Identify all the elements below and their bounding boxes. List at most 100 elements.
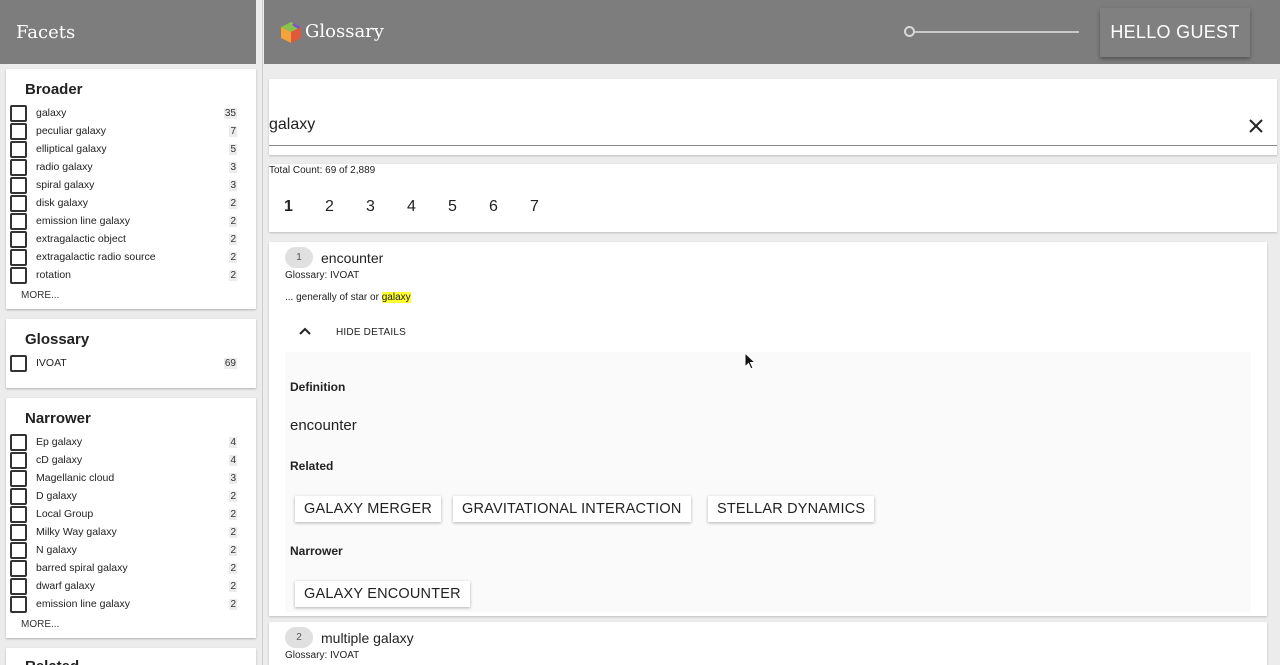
checkbox-icon[interactable] xyxy=(10,354,27,372)
facet-count: 2 xyxy=(229,526,237,538)
facet-title: Broader xyxy=(25,81,83,98)
facet-item[interactable]: emission line galaxy 2 xyxy=(6,595,256,613)
related-chip[interactable]: GALAXY MERGER xyxy=(295,496,442,522)
narrower-chip[interactable]: GALAXY ENCOUNTER xyxy=(295,581,470,607)
checkbox-icon[interactable] xyxy=(10,523,27,541)
user-button[interactable]: HELLO GUEST xyxy=(1100,8,1250,57)
facet-count: 2 xyxy=(229,580,237,592)
facet-count: 69 xyxy=(223,357,237,369)
result-glossary: Glossary: IVOAT xyxy=(285,650,360,661)
facet-label: Milky Way galaxy xyxy=(36,526,117,538)
checkbox-icon[interactable] xyxy=(10,266,27,284)
page-7[interactable]: 7 xyxy=(525,198,566,216)
page-5[interactable]: 5 xyxy=(443,198,484,216)
slider-thumb[interactable] xyxy=(904,26,915,37)
logo-cube-icon xyxy=(281,22,301,43)
checkbox-icon[interactable] xyxy=(10,487,27,505)
page-4[interactable]: 4 xyxy=(402,198,443,216)
facet-label: disk galaxy xyxy=(36,197,88,209)
facets-sidebar: Facets Broader galaxy 35 peculiar galaxy 7… xyxy=(0,0,263,665)
facet-label: extragalactic object xyxy=(36,233,126,245)
checkbox-icon[interactable] xyxy=(10,559,27,577)
page-2[interactable]: 2 xyxy=(320,198,361,216)
checkbox-icon[interactable] xyxy=(10,505,27,523)
facet-count: 7 xyxy=(229,125,237,137)
definition-heading: Definition xyxy=(290,380,346,394)
checkbox-icon[interactable] xyxy=(10,469,27,487)
facet-narrower: Narrower Ep galaxy 4 cD galaxy 4 Magellani… xyxy=(6,398,256,638)
chevron-up-icon[interactable] xyxy=(298,326,312,336)
more-link[interactable]: MORE... xyxy=(6,619,256,630)
checkbox-icon[interactable] xyxy=(10,577,27,595)
checkbox-icon[interactable] xyxy=(10,194,27,212)
result-details: Definition encounter Related GALAXY MERG… xyxy=(285,352,1251,612)
facet-item[interactable]: radio galaxy 3 xyxy=(6,158,256,176)
facet-count: 2 xyxy=(229,544,237,556)
facet-item[interactable]: spiral galaxy 3 xyxy=(6,176,256,194)
result-rank: 2 xyxy=(285,627,313,648)
facet-count: 2 xyxy=(229,490,237,502)
close-icon[interactable] xyxy=(1247,117,1265,135)
facet-label: cD galaxy xyxy=(36,454,83,466)
facet-label: Local Group xyxy=(36,508,94,520)
facet-title: Glossary xyxy=(25,331,90,348)
checkbox-icon[interactable] xyxy=(10,212,27,230)
result-glossary: Glossary: IVOAT xyxy=(285,270,360,281)
result-title[interactable]: encounter xyxy=(321,250,383,266)
total-count: Total Count: 69 of 2,889 xyxy=(269,165,376,176)
facet-item[interactable]: extragalactic radio source 2 xyxy=(6,248,256,266)
facet-count: 2 xyxy=(229,269,237,281)
facet-item[interactable]: D galaxy 2 xyxy=(6,487,256,505)
checkbox-icon[interactable] xyxy=(10,104,27,122)
facet-label: peculiar galaxy xyxy=(36,125,107,137)
facet-item[interactable]: disk galaxy 2 xyxy=(6,194,256,212)
facet-item[interactable]: IVOAT 69 xyxy=(6,354,256,372)
checkbox-icon[interactable] xyxy=(10,140,27,158)
checkbox-icon[interactable] xyxy=(10,122,27,140)
facet-item[interactable]: Ep galaxy 4 xyxy=(6,433,256,451)
checkbox-icon[interactable] xyxy=(10,451,27,469)
facet-label: Magellanic cloud xyxy=(36,472,115,484)
page-6[interactable]: 6 xyxy=(484,198,525,216)
facet-item[interactable]: rotation 2 xyxy=(6,266,256,284)
facet-item[interactable]: N galaxy 2 xyxy=(6,541,256,559)
checkbox-icon[interactable] xyxy=(10,248,27,266)
page-1[interactable]: 1 xyxy=(279,198,320,216)
checkbox-icon[interactable] xyxy=(10,230,27,248)
facet-item[interactable]: Milky Way galaxy 2 xyxy=(6,523,256,541)
facet-item[interactable]: cD galaxy 4 xyxy=(6,451,256,469)
hide-details-button[interactable]: HIDE DETAILS xyxy=(336,327,406,338)
facet-count: 2 xyxy=(229,508,237,520)
facet-item[interactable]: emission line galaxy 2 xyxy=(6,212,256,230)
facet-item[interactable]: galaxy 35 xyxy=(6,104,256,122)
facet-count: 2 xyxy=(229,233,237,245)
facet-count: 2 xyxy=(229,562,237,574)
facet-count: 3 xyxy=(229,161,237,173)
search-input[interactable] xyxy=(269,111,1229,139)
checkbox-icon[interactable] xyxy=(10,541,27,559)
facet-count: 35 xyxy=(223,107,237,119)
facet-item[interactable]: extragalactic object 2 xyxy=(6,230,256,248)
checkbox-icon[interactable] xyxy=(10,176,27,194)
facet-count: 3 xyxy=(229,472,237,484)
facet-item[interactable]: dwarf galaxy 2 xyxy=(6,577,256,595)
facet-item[interactable]: barred spiral galaxy 2 xyxy=(6,559,256,577)
result-card: 1 encounter Glossary: IVOAT ... generall… xyxy=(269,242,1267,616)
facet-item[interactable]: Magellanic cloud 3 xyxy=(6,469,256,487)
checkbox-icon[interactable] xyxy=(10,595,27,613)
related-chip[interactable]: GRAVITATIONAL INTERACTION xyxy=(453,496,691,522)
facet-item[interactable]: Local Group 2 xyxy=(6,505,256,523)
result-title[interactable]: multiple galaxy xyxy=(321,630,414,646)
facet-count: 2 xyxy=(229,215,237,227)
facet-count: 5 xyxy=(229,143,237,155)
zoom-slider[interactable] xyxy=(904,26,1079,38)
page-3[interactable]: 3 xyxy=(361,198,402,216)
slider-track[interactable] xyxy=(909,31,1079,33)
result-snippet: ... generally of star or galaxy xyxy=(285,292,411,303)
checkbox-icon[interactable] xyxy=(10,158,27,176)
related-chip[interactable]: STELLAR DYNAMICS xyxy=(708,496,875,522)
facet-item[interactable]: peculiar galaxy 7 xyxy=(6,122,256,140)
facet-item[interactable]: elliptical galaxy 5 xyxy=(6,140,256,158)
more-link[interactable]: MORE... xyxy=(6,290,256,301)
checkbox-icon[interactable] xyxy=(10,433,27,451)
